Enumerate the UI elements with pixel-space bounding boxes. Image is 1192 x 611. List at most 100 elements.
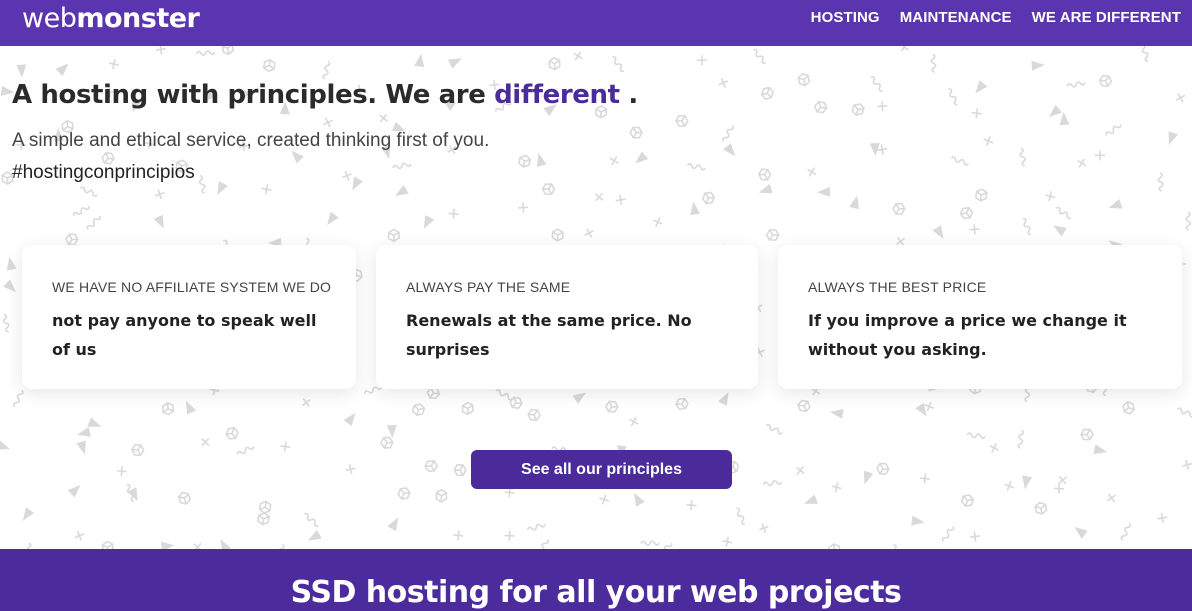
triangle-icon [387, 517, 399, 532]
plus-icon [448, 208, 459, 219]
triangle-icon [67, 484, 81, 498]
plus-icon [342, 170, 352, 181]
triangle-icon [185, 400, 197, 415]
logo-part-monster: monster [76, 2, 200, 34]
cube-icon [225, 426, 239, 440]
cube-icon [892, 202, 906, 215]
hero-subtitle: A simple and ethical service, created th… [12, 130, 490, 151]
nav-item-maintenance[interactable]: MAINTENANCE [900, 9, 1012, 26]
triangle-icon [717, 392, 729, 407]
triangle-icon [1048, 104, 1063, 118]
squiggle-icon [762, 479, 783, 487]
card-kicker: ALWAYS THE BEST PRICE [808, 279, 987, 295]
triangle-icon [447, 58, 462, 69]
squiggle-icon [495, 389, 513, 401]
plus-icon [1094, 150, 1106, 161]
plus-icon [1077, 158, 1087, 168]
triangle-icon [127, 487, 138, 502]
squiggle-icon [753, 48, 766, 64]
plus-icon [155, 46, 166, 55]
squiggle-icon [13, 389, 24, 408]
triangle-icon [804, 494, 818, 504]
triangle-icon [1108, 199, 1123, 209]
plus-icon [201, 437, 210, 447]
card-kicker: ALWAYS PAY THE SAME [406, 279, 571, 295]
squiggle-icon [941, 525, 955, 542]
plus-icon [718, 77, 729, 88]
site-logo[interactable]: webmonster [22, 2, 200, 34]
cube-icon [1034, 501, 1048, 515]
plus-icon [301, 398, 311, 408]
squiggle-icon [79, 186, 98, 197]
squiggle-icon [657, 542, 673, 549]
cube-icon [797, 72, 811, 87]
plus-icon [983, 135, 994, 146]
cube-icon [517, 154, 532, 168]
cube-icon [397, 487, 411, 500]
cube-icon [258, 500, 272, 514]
nav-item-we-are-different[interactable]: WE ARE DIFFERENT [1032, 9, 1181, 26]
plus-icon [108, 59, 119, 70]
plus-icon [504, 530, 515, 541]
triangle-icon [160, 541, 175, 549]
squiggle-icon [392, 162, 412, 170]
triangle-icon [690, 201, 701, 216]
hero-title-suffix: . [619, 80, 638, 110]
triangle-icon [829, 408, 844, 419]
cube-icon [541, 183, 556, 195]
squiggle-icon [1185, 211, 1192, 231]
cube-icon [757, 168, 772, 181]
cube-icon [426, 386, 441, 400]
triangle-icon [414, 53, 425, 68]
triangle-icon [352, 176, 363, 191]
cube-icon [876, 462, 890, 475]
squiggle-icon [1022, 217, 1032, 236]
plus-icon [652, 217, 663, 228]
squiggle-icon [1157, 172, 1164, 192]
plus-icon [280, 441, 291, 452]
cube-icon [1122, 401, 1135, 415]
squiggle-icon [1066, 81, 1086, 88]
cube-icon [177, 491, 191, 505]
nav-item-hosting[interactable]: HOSTING [811, 9, 880, 26]
triangle-icon [849, 195, 860, 210]
triangle-icon [816, 186, 831, 197]
plus-icon [345, 464, 356, 475]
triangle-icon [863, 470, 874, 485]
plus-icon [584, 228, 594, 238]
plus-icon [629, 416, 639, 427]
card-body: Renewals at the same price. No surprises [406, 311, 692, 359]
section-title: SSD hosting for all your web projects [290, 575, 902, 610]
triangle-icon [635, 151, 649, 164]
cube-icon [411, 403, 426, 417]
squiggle-icon [304, 512, 319, 527]
squiggle-icon [527, 523, 546, 531]
site-header: webmonster HOSTING MAINTENANCE WE ARE DI… [0, 0, 1192, 46]
cube-icon [424, 460, 439, 472]
squiggle-icon [948, 88, 958, 106]
logo-part-web: web [22, 2, 77, 34]
card-body: not pay anyone to speak well of us [52, 311, 317, 359]
cube-icon [828, 543, 841, 549]
cube-icon [813, 100, 828, 114]
ssd-hosting-section: SSD hosting for all your web projects [0, 549, 1192, 611]
triangle-icon [758, 183, 773, 194]
squiggle-icon [236, 446, 255, 455]
principle-card-affiliate: WE HAVE NO AFFILIATE SYSTEM WE DO not pa… [22, 245, 356, 389]
squiggle-icon [1176, 407, 1192, 418]
triangle-icon [1074, 526, 1088, 539]
triangle-icon [1053, 225, 1067, 237]
cube-icon [797, 399, 811, 413]
cube-icon [701, 191, 716, 205]
see-all-principles-button[interactable]: See all our principles [471, 450, 732, 489]
cube-icon [461, 401, 474, 416]
triangle-icon [634, 492, 645, 507]
squiggle-icon [195, 50, 216, 56]
squiggle-icon [966, 432, 986, 440]
triangle-icon [327, 211, 339, 226]
cube-icon [548, 56, 561, 71]
cube-icon [675, 397, 689, 410]
plus-icon [807, 167, 817, 177]
cube-icon [1080, 428, 1094, 441]
squiggle-icon [1019, 147, 1026, 167]
